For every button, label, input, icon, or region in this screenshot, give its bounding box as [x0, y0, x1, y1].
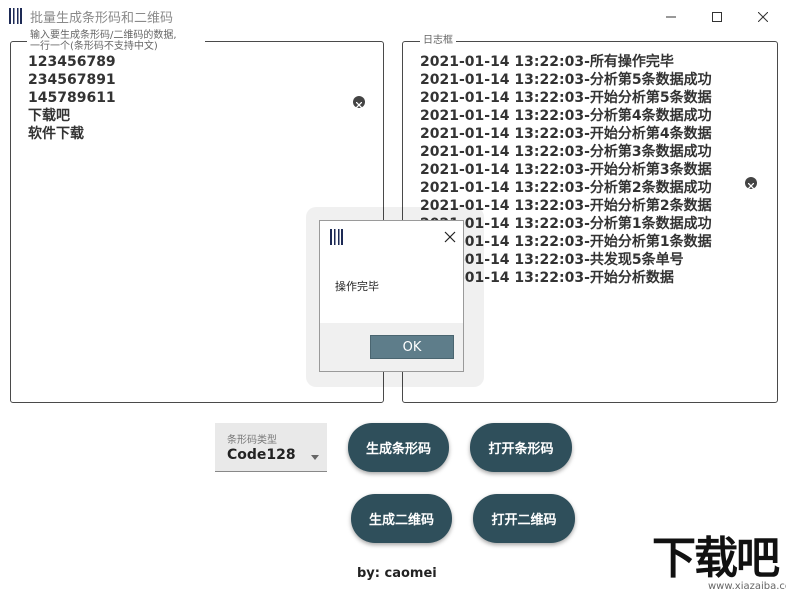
author-label: by: caomei [357, 566, 437, 581]
log-line: 2021-01-14 13:22:03-分析第5条数据成功 [420, 72, 712, 88]
input-legend-line2: 一行一个(条形码不支持中文) [30, 41, 158, 52]
log-line: 2021-01-14 13:22:03-开始分析第5条数据 [420, 90, 712, 106]
minimize-button[interactable] [648, 0, 694, 32]
open-qrcode-button[interactable]: 打开二维码 [473, 494, 575, 543]
clear-icon [747, 174, 755, 193]
barcode-app-icon [330, 229, 344, 249]
log-panel-legend: 日志框 [420, 35, 456, 46]
input-line: 软件下载 [28, 126, 84, 142]
dialog-close-button[interactable] [443, 229, 457, 243]
dialog-footer: OK [320, 323, 463, 371]
open-barcode-button[interactable]: 打开条形码 [470, 423, 572, 472]
log-line: 2021-01-14 13:22:03-分析第4条数据成功 [420, 108, 712, 124]
input-legend-line1: 输入要生成条形码/二维码的数据, [30, 30, 177, 41]
log-line: 2021-01-14 13:22:03-开始分析第3条数据 [420, 162, 712, 178]
window-close-button[interactable] [740, 0, 786, 32]
maximize-icon [712, 7, 722, 26]
input-line: 123456789 [28, 54, 116, 70]
input-line: 234567891 [28, 72, 116, 88]
title-bar: 批量生成条形码和二维码 [0, 0, 786, 32]
input-line: 下载吧 [28, 108, 70, 124]
close-icon [757, 7, 769, 26]
watermark-text: 下载吧 [652, 533, 780, 584]
minimize-icon [666, 7, 676, 26]
maximize-button[interactable] [694, 0, 740, 32]
watermark: 下载吧 www.xiazaiba.com [650, 534, 786, 593]
window-title: 批量生成条形码和二维码 [30, 11, 174, 26]
clear-input-button[interactable] [353, 96, 365, 108]
log-line: 2021-01-14 13:22:03-分析第2条数据成功 [420, 180, 712, 196]
clear-log-button[interactable] [745, 177, 757, 189]
log-line: 2021-01-14 13:22:03-开始分析第4条数据 [420, 126, 712, 142]
message-dialog: 操作完毕 OK [319, 220, 464, 372]
barcode-type-value: Code128 [227, 447, 296, 463]
input-line: 145789611 [28, 90, 116, 106]
clear-icon [355, 93, 363, 112]
dropdown-arrow-icon [311, 445, 319, 464]
watermark-url: www.xiazaiba.com [708, 581, 786, 592]
input-panel-legend: 输入要生成条形码/二维码的数据, 一行一个(条形码不支持中文) [27, 30, 205, 52]
log-line: 2021-01-14 13:22:03-所有操作完毕 [420, 54, 674, 70]
generate-barcode-button[interactable]: 生成条形码 [348, 423, 449, 472]
ok-button[interactable]: OK [370, 335, 454, 359]
dialog-message: 操作完毕 [335, 280, 379, 293]
barcode-app-icon [9, 8, 23, 28]
input-text-content: 123456789 234567891 145789611 下载吧 软件下载 [28, 53, 116, 143]
generate-qrcode-button[interactable]: 生成二维码 [351, 494, 452, 543]
barcode-type-label: 条形码类型 [227, 435, 277, 446]
log-line: 2021-01-14 13:22:03-分析第3条数据成功 [420, 144, 712, 160]
barcode-type-select[interactable]: 条形码类型 Code128 [215, 423, 327, 472]
